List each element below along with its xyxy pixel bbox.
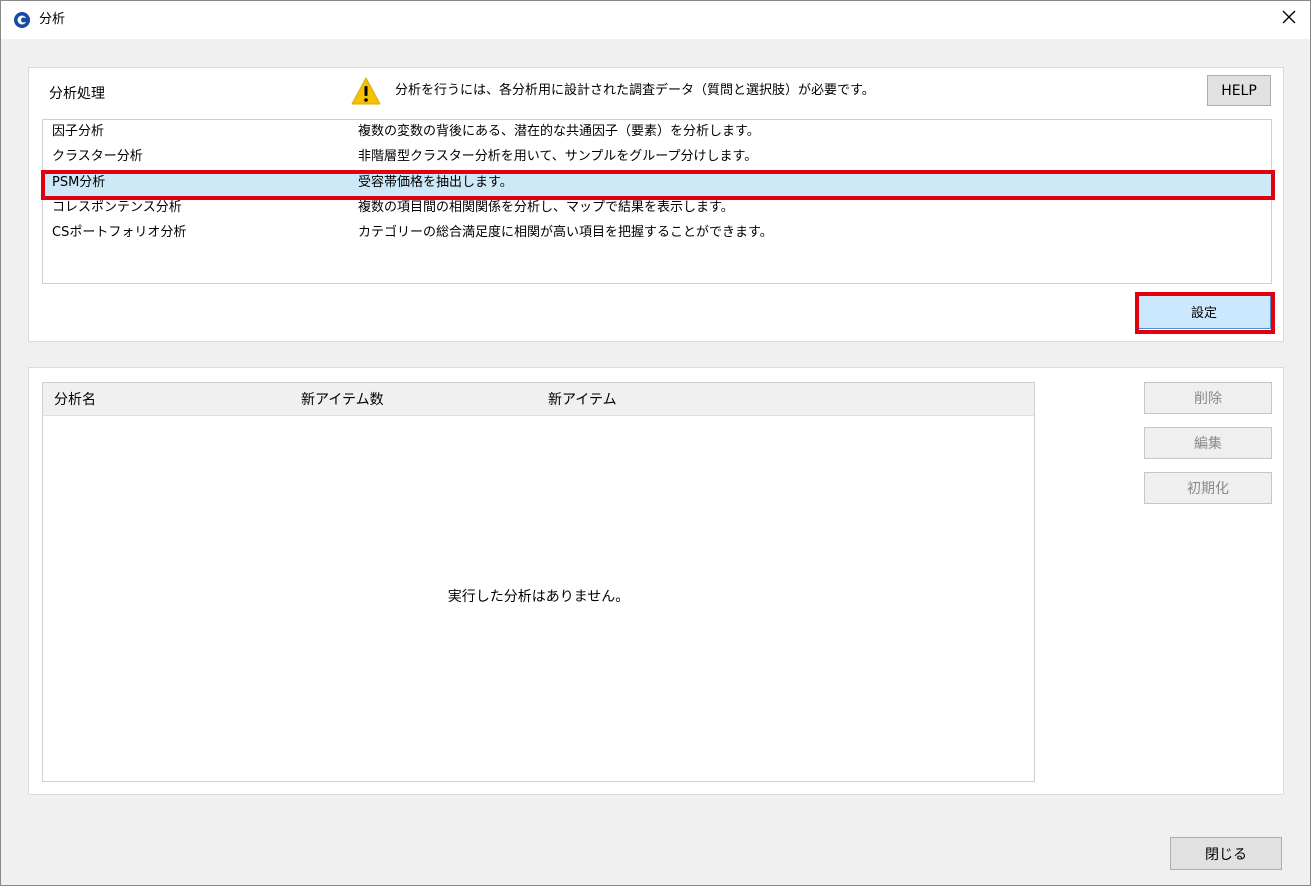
- settings-button[interactable]: 設定: [1137, 294, 1271, 329]
- app-logo-icon: [13, 11, 31, 29]
- list-item-selected[interactable]: PSM分析 受容帯価格を抽出します。: [43, 171, 1271, 196]
- analysis-name: クラスター分析: [52, 149, 143, 164]
- section-label: 分析処理: [49, 86, 105, 102]
- analysis-name: コレスポンテンス分析: [52, 200, 182, 215]
- column-header-new-item[interactable]: 新アイテム: [548, 391, 617, 409]
- analysis-name: 因子分析: [52, 124, 105, 139]
- help-button[interactable]: HELP: [1207, 75, 1271, 106]
- title-bar: 分析: [1, 1, 1310, 39]
- analysis-selection-panel: 分析処理 分析を行うには、各分析用に設計された調査データ（質問と選択肢）が必要で…: [28, 67, 1284, 342]
- close-dialog-button[interactable]: 閉じる: [1170, 837, 1282, 870]
- column-header-analysis-name[interactable]: 分析名: [54, 391, 96, 409]
- reset-button[interactable]: 初期化: [1144, 472, 1272, 504]
- warning-message: 分析を行うには、各分析用に設計された調査データ（質問と選択肢）が必要です。: [395, 83, 875, 98]
- table-header: 分析名 新アイテム数 新アイテム: [43, 383, 1034, 416]
- analysis-description: カテゴリーの総合満足度に相関が高い項目を把握することができます。: [358, 225, 773, 240]
- analysis-name: CSポートフォリオ分析: [52, 225, 187, 240]
- analysis-description: 非階層型クラスター分析を用いて、サンプルをグループ分けします。: [358, 149, 758, 164]
- executed-analyses-panel: 分析名 新アイテム数 新アイテム 実行した分析はありません。 削除 編集 初期化: [28, 367, 1284, 795]
- list-item[interactable]: 因子分析 複数の変数の背後にある、潜在的な共通因子（要素）を分析します。: [43, 120, 1271, 145]
- empty-state-message: 実行した分析はありません。: [447, 589, 630, 605]
- analysis-description: 複数の項目間の相関関係を分析し、マップで結果を表示します。: [358, 200, 734, 215]
- close-icon: [1282, 10, 1296, 28]
- analysis-name: PSM分析: [52, 175, 106, 190]
- analysis-window: 分析 分析処理 分析を行うには、各分析用に設計された調査データ（質問と選択肢）が…: [0, 0, 1311, 886]
- column-header-new-item-count[interactable]: 新アイテム数: [301, 391, 384, 409]
- delete-button[interactable]: 削除: [1144, 382, 1272, 414]
- window-close-button[interactable]: [1274, 5, 1304, 33]
- list-item[interactable]: クラスター分析 非階層型クラスター分析を用いて、サンプルをグループ分けします。: [43, 145, 1271, 170]
- analysis-type-list[interactable]: 因子分析 複数の変数の背後にある、潜在的な共通因子（要素）を分析します。 クラス…: [42, 119, 1272, 284]
- list-item[interactable]: コレスポンテンス分析 複数の項目間の相関関係を分析し、マップで結果を表示します。: [43, 196, 1271, 221]
- edit-button[interactable]: 編集: [1144, 427, 1272, 459]
- warning-icon: [350, 76, 382, 106]
- executed-analyses-table[interactable]: 分析名 新アイテム数 新アイテム 実行した分析はありません。: [42, 382, 1035, 782]
- list-item[interactable]: CSポートフォリオ分析 カテゴリーの総合満足度に相関が高い項目を把握することがで…: [43, 221, 1271, 246]
- analysis-description: 複数の変数の背後にある、潜在的な共通因子（要素）を分析します。: [358, 124, 760, 139]
- analysis-description: 受容帯価格を抽出します。: [358, 175, 513, 190]
- window-title: 分析: [39, 12, 66, 27]
